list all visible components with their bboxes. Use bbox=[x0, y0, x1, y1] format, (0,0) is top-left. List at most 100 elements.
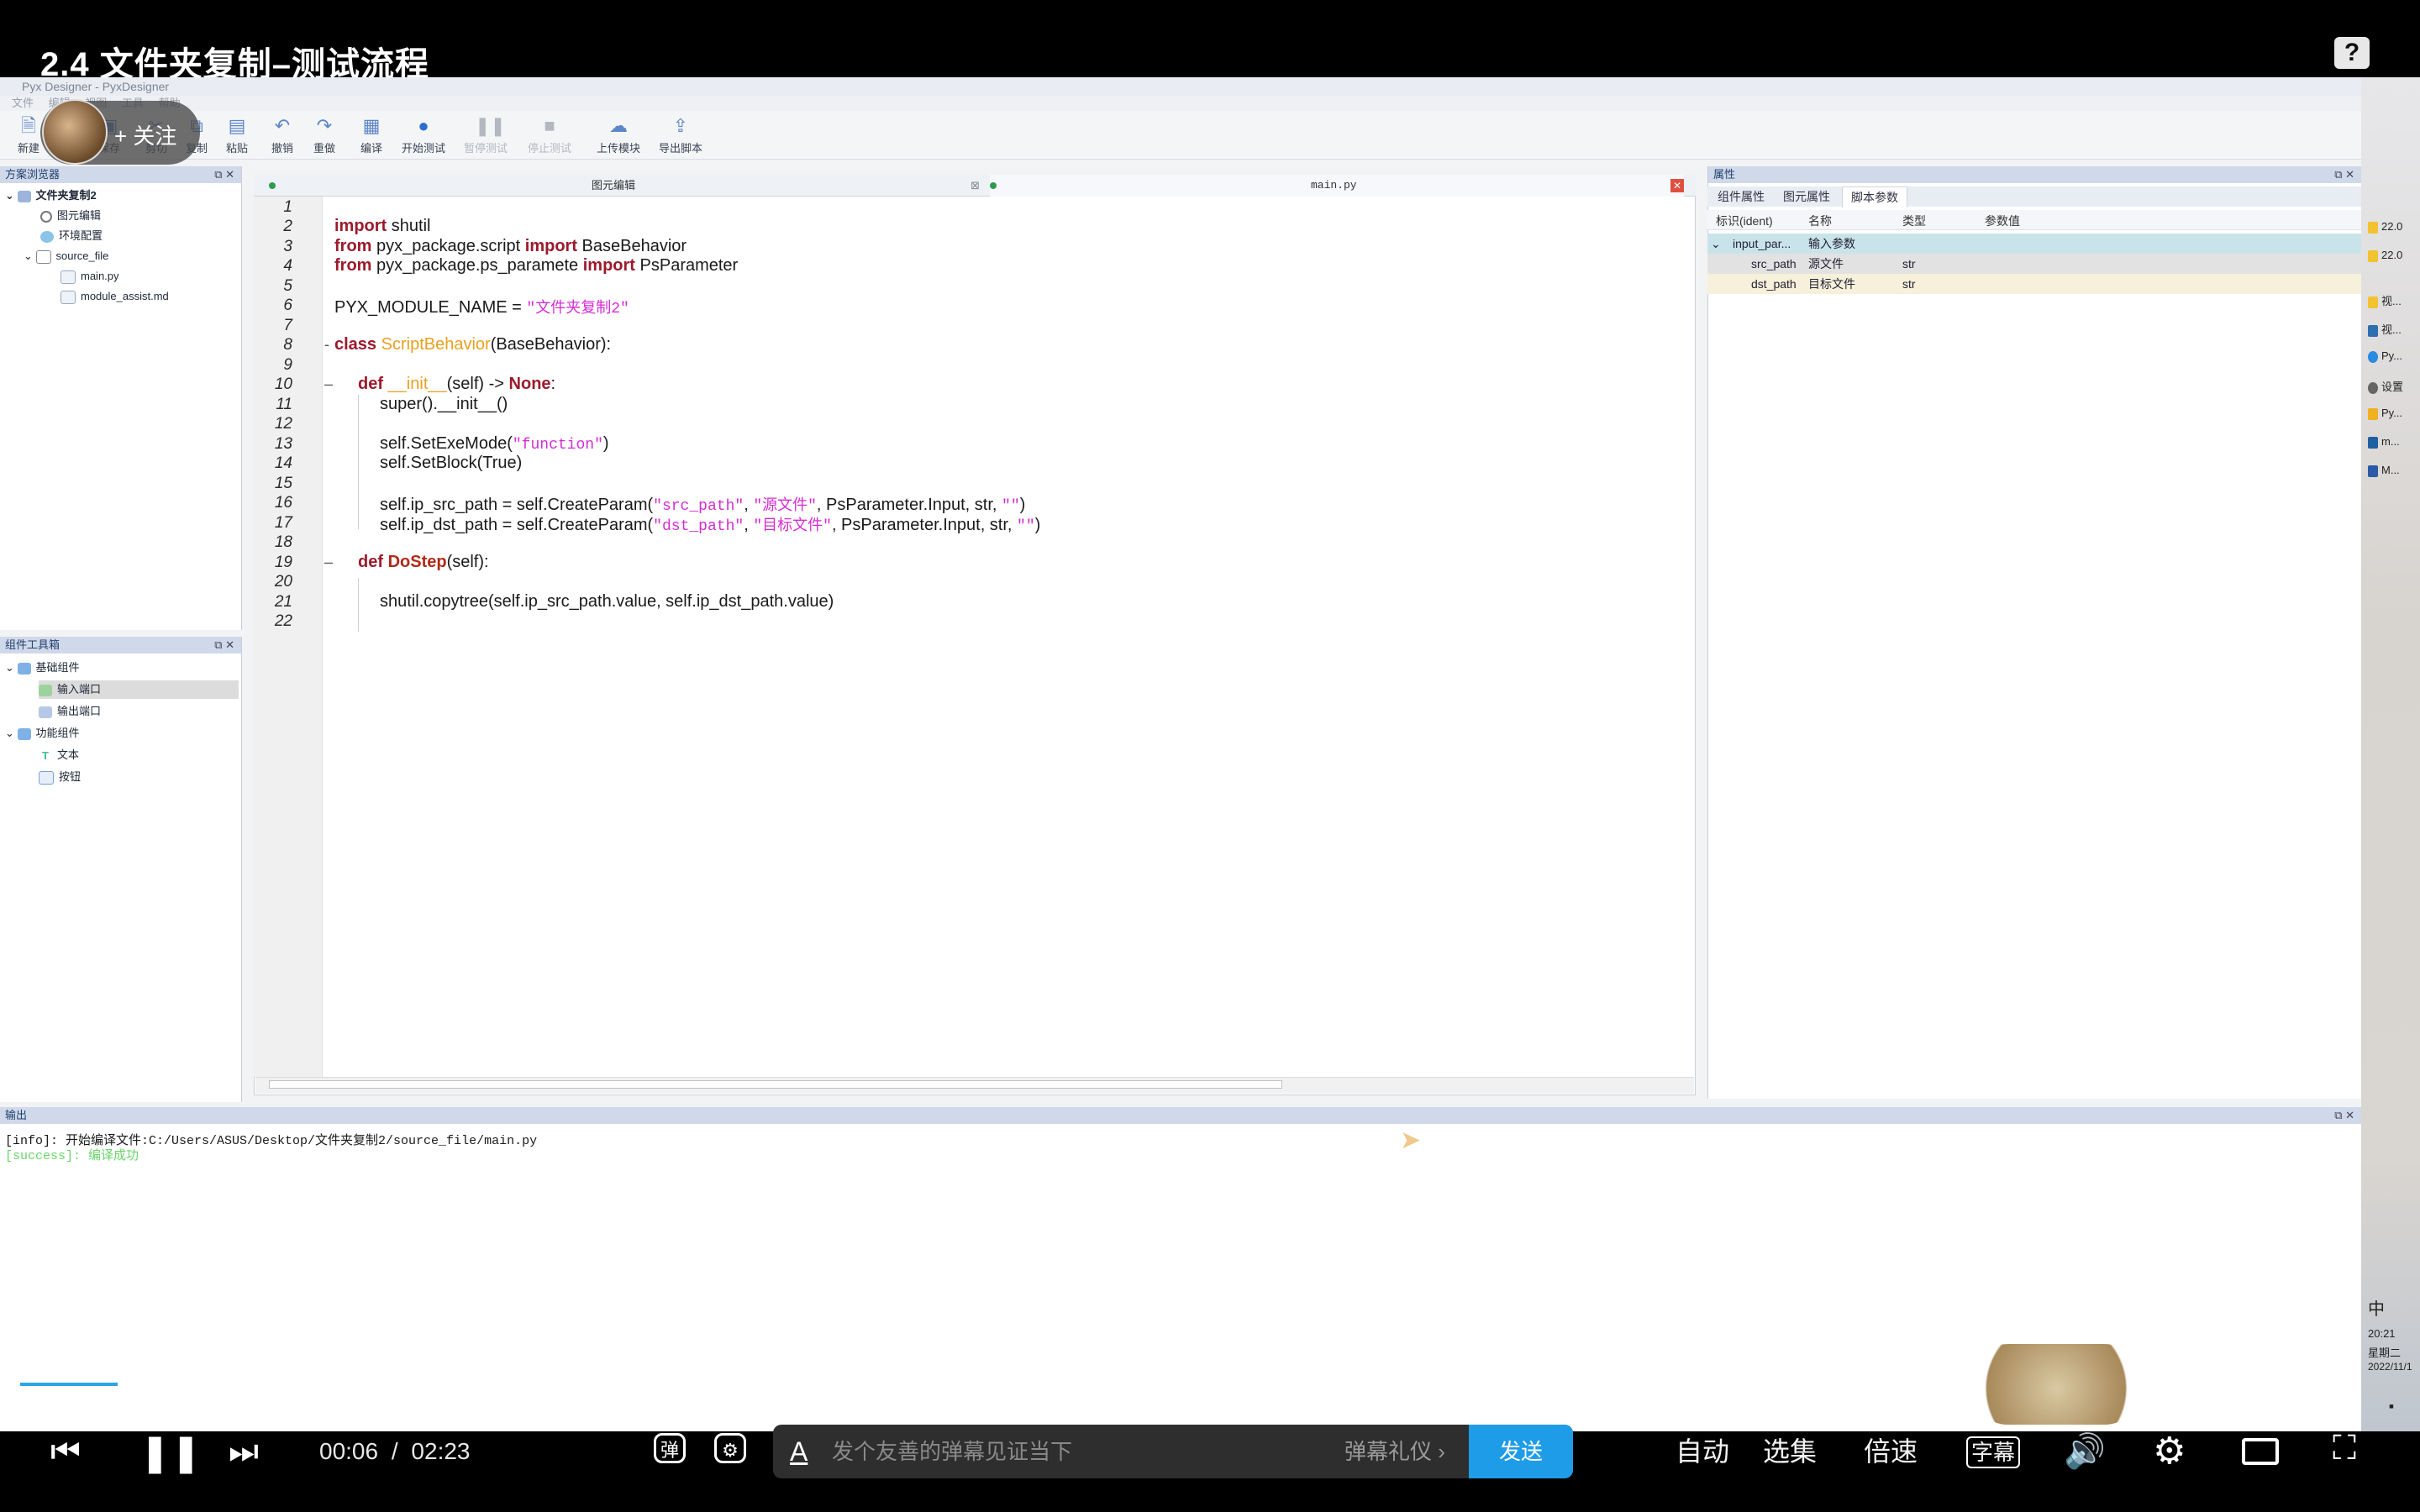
taskbar-item[interactable]: M... bbox=[2368, 464, 2415, 486]
export-icon: ⇪ bbox=[672, 115, 689, 136]
upload-module-button[interactable]: ☁ 上传模块 bbox=[593, 116, 644, 155]
output-line-success: [success]: 编译成功 bbox=[5, 1149, 139, 1163]
avatar[interactable] bbox=[42, 99, 108, 165]
redo-button[interactable]: ↷ 重做 bbox=[302, 116, 346, 155]
danmaku-settings-icon[interactable]: ⚙ bbox=[714, 1433, 746, 1463]
text-style-icon[interactable]: A bbox=[790, 1436, 808, 1467]
taskbar-item[interactable]: 22.0 bbox=[2368, 220, 2415, 242]
pause-icon: ❚❚ bbox=[475, 115, 506, 136]
status-dot-icon bbox=[990, 182, 997, 189]
line-number: 6 bbox=[283, 297, 292, 314]
danmaku-toggle-icon[interactable]: 弹 bbox=[654, 1433, 686, 1463]
fold-marker-icon[interactable]: - bbox=[324, 336, 329, 354]
clock-time: 20:21 bbox=[2368, 1327, 2396, 1340]
taskbar-item[interactable]: 22.0 bbox=[2368, 249, 2415, 270]
expand-icon[interactable]: ⌄ bbox=[5, 661, 18, 674]
paste-button[interactable]: ▤ 粘贴 bbox=[215, 116, 259, 155]
taskbar-item[interactable]: Py... bbox=[2368, 407, 2415, 428]
compile-button[interactable]: ▦ 编译 bbox=[350, 116, 393, 155]
expand-icon[interactable]: ⌄ bbox=[5, 189, 18, 202]
notification-icon[interactable]: ▪ bbox=[2368, 1398, 2415, 1420]
toolbox-group-basic[interactable]: ⌄ 基础组件 bbox=[5, 659, 80, 677]
code-line-4: from pyx_package.ps_paramete import PsPa… bbox=[334, 256, 739, 275]
tree-item-env-config[interactable]: 环境配置 bbox=[40, 227, 103, 245]
panel-close-icon[interactable]: ⧉ ✕ bbox=[2334, 166, 2354, 183]
radio-icon bbox=[40, 210, 52, 223]
episodes-button[interactable]: 选集 bbox=[1763, 1435, 1817, 1468]
subtitle-button[interactable]: 字幕 bbox=[1966, 1436, 2021, 1468]
panel-close-icon[interactable]: ⧉ ✕ bbox=[2334, 1107, 2354, 1124]
scrollbar-thumb[interactable] bbox=[269, 1080, 1282, 1089]
panel-close-icon[interactable]: ⧉ ✕ bbox=[214, 166, 234, 183]
menu-file[interactable]: 文件 bbox=[12, 96, 34, 111]
tab-script-params[interactable]: 脚本参数 bbox=[1842, 186, 1907, 207]
start-test-button[interactable]: ● 开始测试 bbox=[398, 116, 449, 155]
time-display: 00:06 / 02:23 bbox=[319, 1438, 471, 1464]
link-icon bbox=[39, 706, 52, 718]
line-number: 2 bbox=[283, 218, 292, 235]
fullscreen-icon[interactable]: ⛶ bbox=[2333, 1430, 2356, 1467]
tab-close-icon[interactable]: ✕ bbox=[1670, 179, 1684, 192]
toolbox-group-function[interactable]: ⌄ 功能组件 bbox=[5, 724, 80, 743]
ime-indicator[interactable]: 中 bbox=[2368, 1295, 2415, 1317]
indent-guide bbox=[358, 578, 359, 632]
expand-icon[interactable]: ⌄ bbox=[5, 727, 18, 739]
taskbar-item[interactable]: 设置 bbox=[2368, 378, 2415, 400]
taskbar-item[interactable]: 视... bbox=[2368, 321, 2415, 343]
previous-icon[interactable]: ⏮ bbox=[50, 1433, 81, 1471]
properties-table-header: 标识(ident) 名称 类型 参数值 bbox=[1707, 210, 2361, 230]
expand-icon[interactable]: ⌄ bbox=[1711, 234, 1721, 254]
tab-component-props[interactable]: 组件属性 bbox=[1709, 186, 1773, 207]
auto-quality-button[interactable]: 自动 bbox=[1676, 1435, 1729, 1468]
expand-icon[interactable]: ⌄ bbox=[24, 249, 36, 262]
taskbar-item[interactable]: Py... bbox=[2368, 349, 2415, 371]
line-number: 10 bbox=[274, 375, 292, 393]
help-icon[interactable]: ? bbox=[2334, 37, 2370, 69]
send-button[interactable]: 发送 bbox=[1469, 1425, 1573, 1478]
tree-item-main-py[interactable]: main.py bbox=[60, 267, 119, 286]
line-number: 17 bbox=[274, 514, 292, 532]
speed-button[interactable]: 倍速 bbox=[1864, 1435, 1918, 1468]
param-group-row[interactable]: ⌄ input_par... 输入参数 bbox=[1707, 234, 2361, 254]
code-line-16: self.ip_src_path = self.CreateParam("src… bbox=[380, 496, 1026, 515]
tree-item-project[interactable]: ⌄ 文件夹复制2 bbox=[5, 186, 97, 205]
pip-icon[interactable] bbox=[2242, 1438, 2279, 1465]
taskbar-item[interactable]: m... bbox=[2368, 435, 2415, 457]
tab-diagram-edit[interactable]: 图元编辑 ⊠ bbox=[269, 175, 980, 197]
toolbox-item-button[interactable]: 按钮 bbox=[39, 768, 81, 786]
pause-test-button[interactable]: ❚❚ 暂停测试 bbox=[460, 116, 511, 155]
param-row[interactable]: src_path 源文件 str bbox=[1707, 254, 2361, 274]
toolbox-item-output-port[interactable]: 输出端口 bbox=[39, 702, 101, 721]
danmaku-etiquette-link[interactable]: 弹幕礼仪 › bbox=[1344, 1425, 1445, 1478]
toolbox-item-text[interactable]: T 文本 bbox=[39, 746, 79, 764]
column-ident: 标识(ident) bbox=[1716, 214, 1773, 228]
next-icon[interactable]: ⏭ bbox=[229, 1433, 259, 1471]
fold-marker-icon[interactable]: – bbox=[324, 375, 333, 393]
undo-button[interactable]: ↶ 撤销 bbox=[260, 116, 304, 155]
line-number: 12 bbox=[274, 415, 292, 433]
param-row[interactable]: dst_path 目标文件 str bbox=[1707, 274, 2361, 294]
tab-diagram-props[interactable]: 图元属性 bbox=[1775, 186, 1839, 207]
code-line-21: shutil.copytree(self.ip_src_path.value, … bbox=[380, 592, 834, 611]
fold-marker-icon[interactable]: – bbox=[324, 554, 333, 571]
stop-test-button[interactable]: ■ 停止测试 bbox=[524, 116, 575, 155]
line-number: 3 bbox=[283, 238, 292, 255]
toolbox-item-input-port[interactable]: 输入端口 bbox=[39, 680, 239, 699]
tab-close-icon[interactable]: ⊠ bbox=[971, 175, 980, 197]
undo-icon: ↶ bbox=[274, 115, 291, 136]
settings-gear-icon[interactable]: ⚙ bbox=[2153, 1430, 2186, 1473]
taskbar-item[interactable]: 视... bbox=[2368, 292, 2415, 314]
line-number: 11 bbox=[276, 396, 292, 413]
tree-item-diagram-edit[interactable]: 图元编辑 bbox=[40, 207, 101, 225]
panel-close-icon[interactable]: ⧉ ✕ bbox=[214, 637, 234, 654]
pause-icon[interactable]: ❚❚ bbox=[139, 1431, 202, 1474]
tab-main-py[interactable]: main.py ✕ bbox=[990, 175, 1684, 197]
export-script-button[interactable]: ⇪ 导出脚本 bbox=[655, 116, 706, 155]
tree-item-module-assist[interactable]: module_assist.md bbox=[60, 287, 169, 306]
volume-icon[interactable]: 🔊 bbox=[2064, 1431, 2106, 1471]
component-toolbox-panel: 组件工具箱 ⧉ ✕ ⌄ 基础组件 输入端口 输出端口 ⌄ 功能组件 T 文本 按钮 bbox=[0, 637, 242, 1102]
button-icon bbox=[39, 770, 54, 785]
follow-label[interactable]: + 关注 bbox=[114, 119, 176, 150]
tree-item-source-folder[interactable]: ⌄ source_file bbox=[24, 247, 108, 265]
line-number: 20 bbox=[274, 573, 292, 591]
